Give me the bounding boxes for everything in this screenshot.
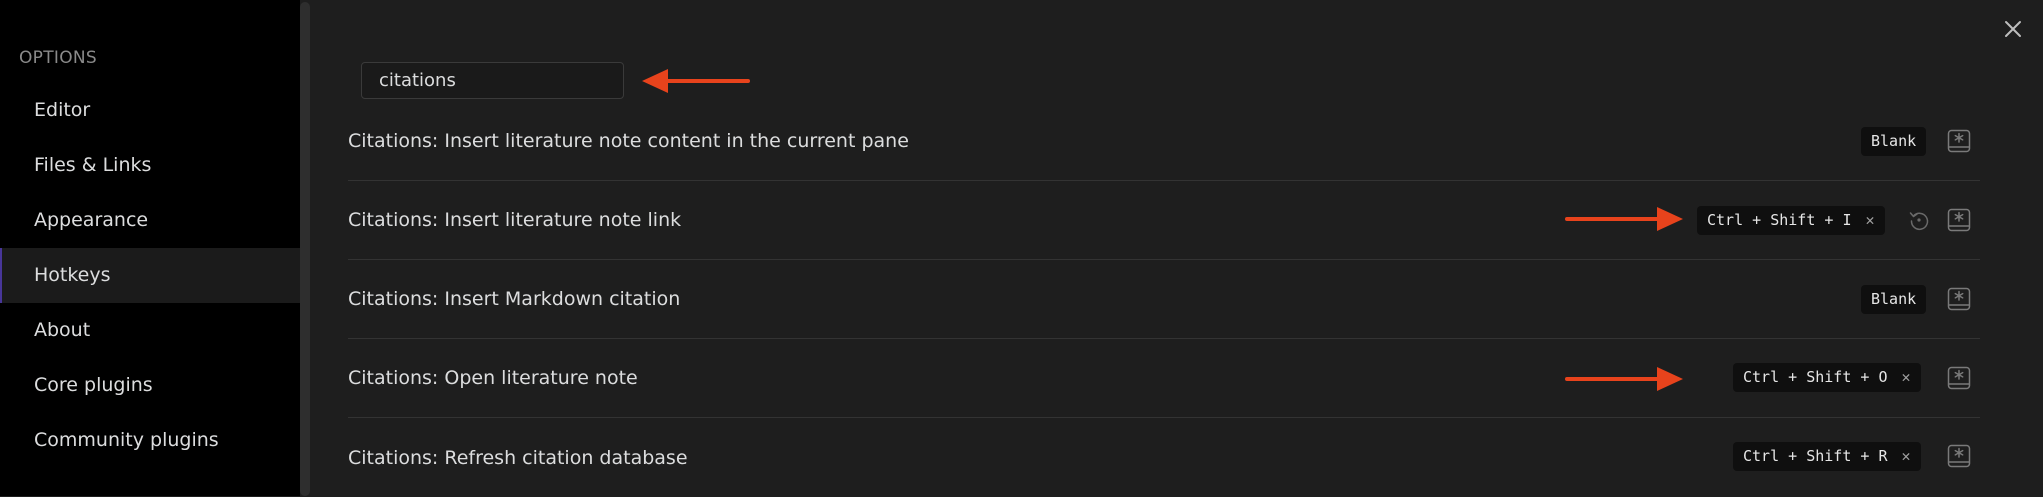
sidebar-heading: OPTIONS (19, 48, 98, 68)
sidebar-item-hotkeys[interactable]: Hotkeys (0, 248, 300, 303)
restore-default-icon (1909, 212, 1929, 230)
command-label: Citations: Refresh citation database (348, 446, 688, 469)
hotkey-text: Ctrl + Shift + I (1707, 211, 1852, 229)
sidebar-scrollbar-thumb[interactable] (300, 2, 310, 496)
add-hotkey-button[interactable] (1947, 444, 1971, 468)
sidebar-item-editor[interactable]: Editor (0, 83, 300, 138)
add-hotkey-icon (1947, 129, 1971, 153)
sidebar-item-files-links[interactable]: Files & Links (0, 138, 300, 193)
hotkey-chip: Ctrl + Shift + O ✕ (1733, 363, 1921, 392)
annotation-arrow-icon (1565, 207, 1683, 231)
add-hotkey-button[interactable] (1947, 366, 1971, 390)
sidebar-nav: Editor Files & Links Appearance Hotkeys … (0, 83, 300, 468)
add-hotkey-button[interactable] (1947, 129, 1971, 153)
hotkey-text: Ctrl + Shift + R (1743, 447, 1888, 465)
remove-hotkey-icon[interactable]: ✕ (1902, 442, 1911, 471)
add-hotkey-icon (1947, 366, 1971, 390)
close-icon (2005, 21, 2021, 37)
hotkey-chip: Ctrl + Shift + I ✕ (1697, 206, 1885, 235)
hotkey-chip: Ctrl + Shift + R ✕ (1733, 442, 1921, 471)
hotkey-blank-chip: Blank (1861, 285, 1927, 314)
hotkey-row: Citations: Insert Markdown citation (348, 260, 1980, 339)
annotation-arrow-icon (1565, 367, 1683, 391)
hotkey-search-input[interactable] (361, 62, 624, 99)
add-hotkey-button[interactable] (1947, 208, 1971, 232)
hotkey-text: Blank (1871, 290, 1917, 308)
sidebar-item-core-plugins[interactable]: Core plugins (0, 358, 300, 413)
add-hotkey-icon (1947, 208, 1971, 232)
add-hotkey-icon (1947, 444, 1971, 468)
annotation-arrow-icon (642, 69, 750, 93)
remove-hotkey-icon[interactable]: ✕ (1902, 363, 1911, 392)
remove-hotkey-icon[interactable]: ✕ (1866, 206, 1875, 235)
sidebar-scrollbar[interactable] (300, 0, 310, 496)
add-hotkey-button[interactable] (1947, 287, 1971, 311)
command-label: Citations: Insert Markdown citation (348, 288, 681, 310)
hotkey-row: Citations: Insert literature note conten… (348, 102, 1980, 181)
command-label: Citations: Open literature note (348, 367, 638, 389)
sidebar-item-appearance[interactable]: Appearance (0, 193, 300, 248)
hotkey-blank-chip: Blank (1861, 127, 1927, 156)
restore-default-button[interactable] (1907, 208, 1931, 232)
command-label: Citations: Insert literature note link (348, 209, 682, 231)
sidebar-item-about[interactable]: About (0, 303, 300, 358)
add-hotkey-icon (1947, 287, 1971, 311)
sidebar-item-community-plugins[interactable]: Community plugins (0, 413, 300, 468)
close-button[interactable] (2001, 17, 2025, 41)
hotkey-text: Ctrl + Shift + O (1743, 368, 1888, 386)
command-label: Citations: Insert literature note conten… (348, 130, 909, 152)
settings-sidebar: OPTIONS Editor Files & Links Appearance … (0, 0, 300, 496)
hotkey-text: Blank (1871, 132, 1917, 150)
